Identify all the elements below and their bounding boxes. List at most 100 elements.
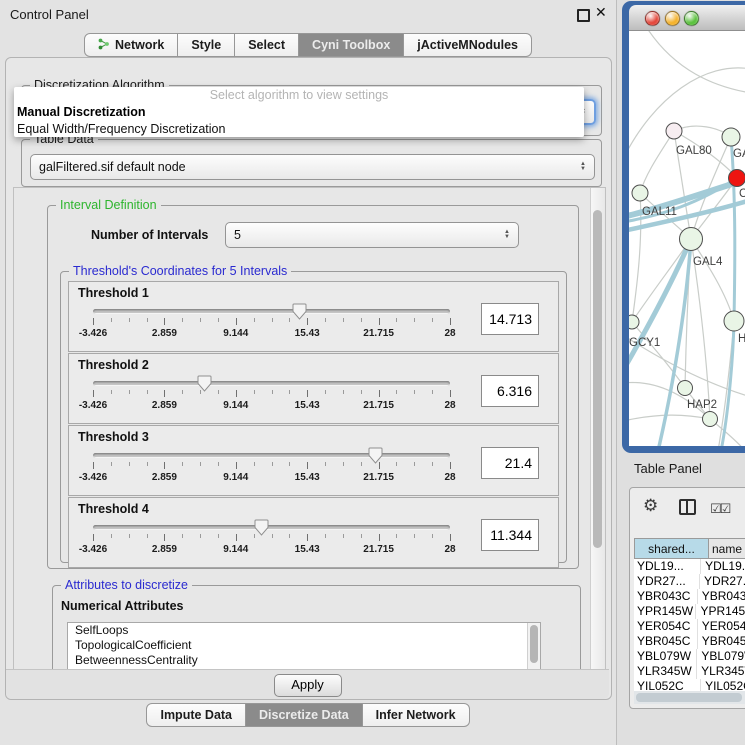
network-icon [98, 38, 110, 53]
attribute-list-item[interactable]: BetweennessCentrality [68, 653, 540, 668]
cell-name[interactable]: YBL079W [697, 649, 745, 664]
application-window: Control Panel ✕ NetworkStyleSelectCyni T… [0, 0, 745, 745]
cell-name[interactable]: YIL052C [701, 679, 745, 691]
float-window-icon[interactable] [577, 9, 590, 22]
threshold-value-field[interactable]: 14.713 [481, 303, 539, 335]
table-row[interactable]: YBR043CYBR043C [634, 589, 745, 604]
close-traffic-light[interactable] [645, 11, 660, 26]
table-data-value: galFiltered.sif default node [39, 160, 186, 174]
threshold-label: Threshold 2 [78, 358, 149, 372]
column-header-shared-name[interactable]: shared... [634, 538, 709, 559]
node-label: C [739, 188, 745, 200]
minimize-traffic-light[interactable] [665, 11, 680, 26]
table-data-combobox[interactable]: galFiltered.sif default node ▲▼ [30, 154, 595, 180]
tab-infer-network[interactable]: Infer Network [363, 703, 470, 727]
cell-shared-name[interactable]: YDL19... [634, 559, 701, 574]
cell-name[interactable]: YDL19... [701, 559, 745, 574]
table-row[interactable]: YBR045CYBR045C [634, 634, 745, 649]
select-columns-icon[interactable]: ☑☑ [710, 501, 729, 517]
attribute-list-item[interactable]: SelfLoops [68, 623, 540, 638]
scrollbar-thumb[interactable] [530, 625, 538, 663]
cell-name[interactable]: YLR345W [697, 664, 745, 679]
scrollbar-thumb[interactable] [593, 210, 602, 548]
number-of-intervals-spinner[interactable]: 5 ▲▼ [225, 222, 519, 248]
threshold-panel: Threshold 3-3.4262.8599.14415.4321.71528… [68, 425, 559, 496]
threshold-value-field[interactable]: 6.316 [481, 375, 539, 407]
cell-shared-name[interactable]: YBR043C [634, 589, 698, 604]
table-row[interactable]: YIL052CYIL052C [634, 679, 745, 691]
table-horizontal-scrollbar[interactable] [634, 691, 745, 704]
cell-name[interactable]: YBR045C [698, 634, 745, 649]
threshold-value-field[interactable]: 21.4 [481, 447, 539, 479]
threshold-slider-track[interactable] [93, 525, 450, 530]
table-row[interactable]: YDR27...YDR27... [634, 574, 745, 589]
cell-shared-name[interactable]: YDR27... [634, 574, 700, 589]
tab-network[interactable]: Network [84, 33, 178, 57]
split-columns-icon[interactable] [679, 499, 696, 515]
threshold-slider-track[interactable] [93, 309, 450, 314]
apply-button[interactable]: Apply [274, 674, 342, 697]
cell-shared-name[interactable]: YPR145W [634, 604, 696, 619]
list-scrollbar[interactable] [527, 623, 540, 671]
tab-jactivemnodules[interactable]: jActiveMNodules [404, 33, 532, 57]
attribute-list-item[interactable]: TopologicalCoefficient [68, 638, 540, 653]
numerical-attributes-list[interactable]: SelfLoopsTopologicalCoefficientBetweenne… [67, 622, 541, 671]
node-label: HAP2 [687, 399, 717, 411]
column-header-name[interactable]: name [709, 538, 745, 559]
network-node[interactable] [724, 311, 744, 331]
tab-discretize-data[interactable]: Discretize Data [246, 703, 363, 727]
cell-name[interactable]: YPR145W [696, 604, 745, 619]
table-row[interactable]: YER054CYER054C [634, 619, 745, 634]
network-node[interactable] [629, 315, 639, 329]
slider-ticks [93, 462, 450, 470]
table-row[interactable]: YBL079WYBL079W [634, 649, 745, 664]
network-canvas[interactable]: GAL80GACGAL11GAL4GCY1HHAP2 [629, 31, 745, 446]
threshold-slider-track[interactable] [93, 453, 450, 458]
network-graph[interactable]: GAL80GACGAL11GAL4GCY1HHAP2 [629, 31, 745, 446]
zoom-traffic-light[interactable] [684, 11, 699, 26]
cell-shared-name[interactable]: YLR345W [634, 664, 697, 679]
network-edge [629, 415, 710, 421]
network-node[interactable] [680, 228, 703, 251]
control-panel: Control Panel ✕ NetworkStyleSelectCyni T… [0, 0, 617, 745]
settings-vertical-scrollbar[interactable] [590, 188, 605, 670]
tab-cyni-toolbox[interactable]: Cyni Toolbox [299, 33, 404, 57]
close-icon[interactable]: ✕ [595, 4, 607, 21]
table-panel-title: Table Panel [634, 461, 702, 476]
tab-select[interactable]: Select [235, 33, 299, 57]
network-node[interactable] [666, 123, 682, 139]
threshold-value-field[interactable]: 11.344 [481, 519, 539, 551]
dropdown-option[interactable]: Equal Width/Frequency Discretization [14, 121, 584, 137]
network-node[interactable] [678, 381, 693, 396]
cell-shared-name[interactable]: YBL079W [634, 649, 697, 664]
slider-tick-labels: -3.4262.8599.14415.4321.71528 [93, 472, 450, 484]
network-node[interactable] [632, 185, 648, 201]
dropdown-placeholder-item: Select algorithm to view settings [14, 87, 584, 104]
cell-shared-name[interactable]: YBR045C [634, 634, 698, 649]
network-view-window[interactable]: GAL80GACGAL11GAL4GCY1HHAP2 [622, 1, 745, 453]
dropdown-option[interactable]: Manual Discretization [14, 104, 584, 121]
threshold-slider-track[interactable] [93, 381, 450, 386]
cell-name[interactable]: YBR043C [698, 589, 745, 604]
network-node[interactable] [703, 412, 718, 427]
table-row[interactable]: YDL19...YDL19... [634, 559, 745, 574]
cell-shared-name[interactable]: YIL052C [634, 679, 701, 691]
gear-icon[interactable]: ⚙ [643, 496, 658, 516]
slider-tick-labels: -3.4262.8599.14415.4321.71528 [93, 544, 450, 556]
tab-impute-data[interactable]: Impute Data [146, 703, 246, 727]
threshold-panel: Threshold 2-3.4262.8599.14415.4321.71528… [68, 353, 559, 424]
network-edge [691, 239, 734, 321]
table-row[interactable]: YLR345WYLR345W [634, 664, 745, 679]
cell-name[interactable]: YDR27... [700, 574, 745, 589]
network-node[interactable] [722, 128, 740, 146]
tab-style[interactable]: Style [178, 33, 235, 57]
thresholds-group: Threshold's Coordinates for 5 Intervals … [60, 271, 567, 563]
number-of-intervals-label: Number of Intervals [91, 228, 208, 242]
network-node[interactable] [729, 170, 745, 187]
cell-name[interactable]: YER054C [698, 619, 745, 634]
network-window-titlebar[interactable] [629, 5, 745, 31]
scrollbar-thumb[interactable] [636, 693, 742, 702]
cell-shared-name[interactable]: YER054C [634, 619, 698, 634]
tab-label: Style [191, 38, 221, 52]
table-row[interactable]: YPR145WYPR145W [634, 604, 745, 619]
